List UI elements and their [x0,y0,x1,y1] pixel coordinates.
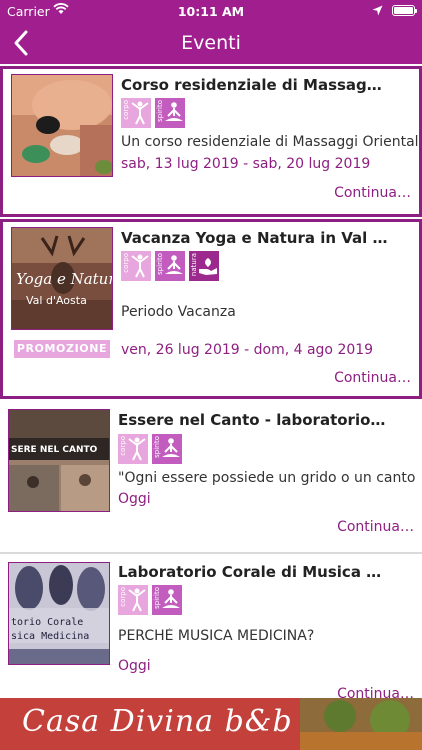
event-thumbnail: torio Corale sica Medicina [8,562,110,665]
meditation-icon [162,589,180,608]
promotion-badge: PROMOZIONE [14,340,110,358]
yoga-pose-icon [128,437,146,461]
event-date: sab, 13 lug 2019 - sab, 20 lug 2019 [121,156,371,172]
yoga-pose-icon [131,101,149,125]
event-date: ven, 26 lug 2019 - dom, 4 ago 2019 [121,342,374,358]
status-bar: Carrier 10:11 AM [0,0,422,22]
battery-icon [392,5,417,16]
event-title: Essere nel Canto - laboratorio di Voc… [118,411,388,429]
banner-text: Casa Divina b&b [22,704,293,739]
category-badge-natura: natura [189,251,219,281]
thumbnail-caption: torio Corale [11,617,83,628]
event-card[interactable]: Corso residenziale di Massaggi orien… co… [0,66,422,217]
event-description: Un corso residenziale di Massaggi Orient… [121,134,419,150]
meditation-icon [165,102,183,121]
continue-link[interactable]: Continua… [334,370,411,386]
category-badge-corpo: corpo [121,251,151,281]
event-thumbnail: Yoga e Natura Val d'Aosta [11,227,113,330]
thumbnail-caption: SERE NEL CANTO [11,445,98,455]
event-description: PERCHÈ MUSICA MEDICINA? [118,628,315,644]
continue-link[interactable]: Continua… [337,519,414,535]
event-thumbnail [11,74,113,177]
continue-link[interactable]: Continua… [334,185,411,201]
category-badge-spirito: spirito [155,98,185,128]
meditation-icon [165,255,183,274]
clock: 10:11 AM [177,4,245,19]
category-badge-spirito: spirito [155,251,185,281]
event-title: Vacanza Yoga e Natura in Val d'Aost… [121,229,391,247]
category-badges: corpo spirito [118,585,182,615]
category-badges: corpo spirito natura [121,251,219,281]
event-thumbnail: SERE NEL CANTO [8,409,110,512]
banner-ad[interactable]: Casa Divina b&b [0,698,422,750]
yoga-pose-icon [131,254,149,278]
thumbnail-caption: sica Medicina [11,631,89,642]
category-badges: corpo spirito [121,98,185,128]
thumbnail-caption: Val d'Aosta [26,294,87,307]
location-icon [372,4,383,19]
nav-bar: Carrier 10:11 AM Eventi [0,0,422,64]
page-title: Eventi [181,32,241,54]
category-badges: corpo spirito [118,434,182,464]
event-date: Oggi [118,658,151,674]
yoga-pose-icon [128,588,146,612]
category-badge-corpo: corpo [118,585,148,615]
event-card[interactable]: SERE NEL CANTO Essere nel Canto - labora… [0,404,422,550]
event-date: Oggi [118,491,151,507]
event-description: Periodo Vacanza [121,304,236,320]
event-description: "Ogni essere possiede un grido o un cant… [118,470,416,486]
event-card[interactable]: Yoga e Natura Val d'Aosta Vacanza Yoga e… [0,219,422,399]
category-badge-corpo: corpo [118,434,148,464]
event-card[interactable]: torio Corale sica Medicina Laboratorio C… [0,556,422,702]
event-title: Corso residenziale di Massaggi orien… [121,76,391,94]
category-badge-corpo: corpo [121,98,151,128]
category-badge-spirito: spirito [152,585,182,615]
divider [0,552,422,554]
meditation-icon [162,438,180,457]
thumbnail-caption: Yoga e Natura [16,270,113,288]
event-title: Laboratorio Corale di Musica Medici… [118,563,388,581]
hand-leaf-icon [199,258,217,275]
category-badge-spirito: spirito [152,434,182,464]
